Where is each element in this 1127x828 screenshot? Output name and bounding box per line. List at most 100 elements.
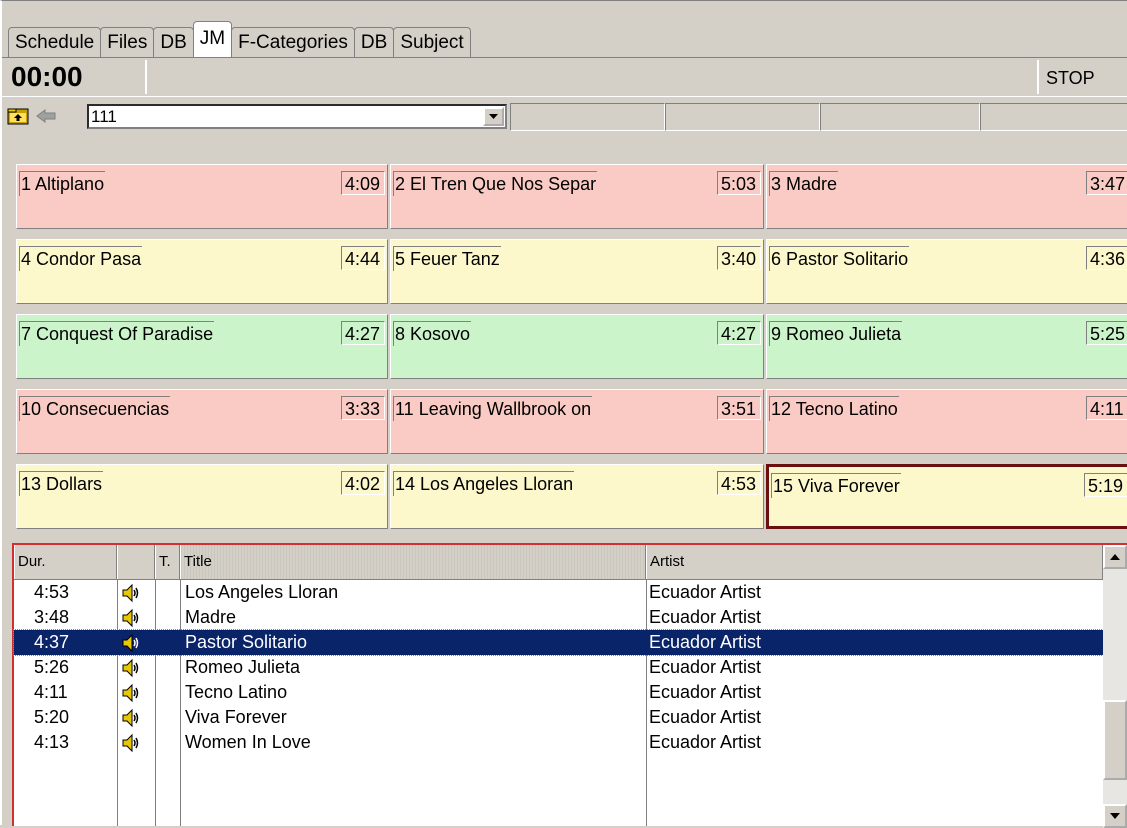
cart-label: 10 Consecuencias: [19, 396, 171, 421]
arrow-down-icon: [1110, 813, 1120, 819]
vertical-scrollbar[interactable]: [1103, 545, 1127, 828]
row-artist: Ecuador Artist: [649, 657, 762, 677]
cart-duration: 4:36: [1086, 246, 1127, 270]
cart-number: 13: [21, 474, 42, 494]
tab-f-categories[interactable]: F-Categories: [231, 27, 355, 57]
cart-title: Consecuencias: [46, 399, 170, 419]
toolbar-cell-1: [510, 103, 665, 131]
cart-duration: 3:33: [341, 396, 385, 420]
cart-number: 1: [21, 174, 32, 194]
row-title: Madre: [185, 607, 237, 627]
app-window: Schedule Files DB JM F-Categories DB Sub…: [0, 0, 1127, 828]
cart-cell[interactable]: 10 Consecuencias 3:33: [16, 389, 388, 454]
row-artist: Ecuador Artist: [649, 632, 762, 652]
row-title: Pastor Solitario: [185, 632, 308, 652]
table-row[interactable]: 3:48 Madre Ecuador Artist: [14, 605, 1103, 630]
cart-cell[interactable]: 11 Leaving Wallbrook on 3:51: [390, 389, 764, 454]
cart-number: 15: [773, 476, 794, 496]
scroll-up-button[interactable]: [1103, 545, 1127, 569]
cart-cell[interactable]: 8 Kosovo 4:27: [390, 314, 764, 379]
cart-duration: 5:03: [717, 171, 761, 195]
toolbar-cell-3: [820, 103, 980, 131]
header-title[interactable]: Title: [180, 545, 646, 579]
cart-cell[interactable]: 13 Dollars 4:02: [16, 464, 388, 529]
speaker-icon: [122, 658, 139, 678]
row-title: Women In Love: [185, 732, 311, 752]
scroll-thumb[interactable]: [1103, 700, 1127, 780]
cart-duration: 4:02: [341, 471, 385, 495]
cart-cell[interactable]: 9 Romeo Julieta 5:25: [766, 314, 1127, 379]
cart-label: 7 Conquest Of Paradise: [19, 321, 215, 346]
cart-cell[interactable]: 3 Madre 3:47: [766, 164, 1127, 229]
cart-duration: 4:09: [341, 171, 385, 195]
cart-label: 5 Feuer Tanz: [393, 246, 501, 271]
tab-db-2[interactable]: DB: [353, 27, 395, 57]
cart-cell[interactable]: 7 Conquest Of Paradise 4:27: [16, 314, 388, 379]
cart-duration: 3:40: [717, 246, 761, 270]
cart-title: Dollars: [46, 474, 103, 494]
table-row[interactable]: 5:26 Romeo Julieta Ecuador Artist: [14, 655, 1103, 680]
row-artist: Ecuador Artist: [649, 582, 762, 602]
track-list: Dur. T. Title Artist 4:53 Los Angeles Llo…: [12, 543, 1127, 828]
cart-number: 14: [395, 474, 416, 494]
cart-title: Romeo Julieta: [786, 324, 902, 344]
header-artist[interactable]: Artist: [646, 545, 1103, 579]
cart-duration: 4:53: [717, 471, 761, 495]
back-arrow-icon[interactable]: [35, 108, 57, 124]
cart-number: 3: [771, 174, 782, 194]
cart-title: Los Angeles Lloran: [420, 474, 574, 494]
cart-number: 2: [395, 174, 406, 194]
cart-cell[interactable]: 1 Altiplano 4:09: [16, 164, 388, 229]
row-duration: 4:53: [34, 582, 70, 602]
folder-up-icon[interactable]: [7, 107, 29, 125]
table-row[interactable]: 5:20 Viva Forever Ecuador Artist: [14, 705, 1103, 730]
tab-schedule[interactable]: Schedule: [8, 27, 102, 57]
tab-subject[interactable]: Subject: [393, 27, 471, 57]
scroll-down-button[interactable]: [1103, 804, 1127, 828]
speaker-icon: [122, 633, 139, 653]
cart-duration: 5:19: [1084, 473, 1127, 497]
table-row[interactable]: 4:13 Women In Love Ecuador Artist: [14, 730, 1103, 755]
table-row[interactable]: 4:53 Los Angeles Lloran Ecuador Artist: [14, 580, 1103, 605]
cart-cell[interactable]: 12 Tecno Latino 4:11: [766, 389, 1127, 454]
cart-duration: 3:47: [1086, 171, 1127, 195]
folder-combo[interactable]: 111: [87, 104, 507, 129]
tab-db[interactable]: DB: [153, 27, 194, 57]
time-bar: 00:00 STOP: [2, 57, 1127, 97]
cart-cell[interactable]: 14 Los Angeles Lloran 4:53: [390, 464, 764, 529]
chevron-down-icon: [489, 114, 498, 119]
header-dur[interactable]: Dur.: [14, 545, 117, 579]
table-row[interactable]: 4:37 Pastor Solitario Ecuador Artist: [13, 629, 1104, 656]
cart-number: 6: [771, 249, 782, 269]
cart-cell[interactable]: 4 Condor Pasa 4:44: [16, 239, 388, 304]
row-duration: 4:11: [34, 682, 68, 702]
header-type[interactable]: T.: [155, 545, 180, 579]
cart-duration: 4:27: [341, 321, 385, 345]
arrow-up-icon: [1110, 554, 1120, 560]
cart-title: Conquest Of Paradise: [36, 324, 214, 344]
cart-label: 8 Kosovo: [393, 321, 472, 346]
cart-duration: 5:25: [1086, 321, 1127, 345]
row-artist: Ecuador Artist: [649, 682, 762, 702]
cart-label: 3 Madre: [769, 171, 839, 196]
cart-title: Feuer Tanz: [410, 249, 500, 269]
row-artist: Ecuador Artist: [649, 707, 762, 727]
cart-cell[interactable]: 15 Viva Forever 5:19: [766, 464, 1127, 529]
stop-button[interactable]: STOP: [1037, 60, 1127, 94]
row-duration: 5:26: [34, 657, 70, 677]
table-row[interactable]: 4:11 Tecno Latino Ecuador Artist: [14, 680, 1103, 705]
time-display: 00:00: [6, 60, 147, 94]
row-title: Viva Forever: [185, 707, 287, 727]
cart-cell[interactable]: 5 Feuer Tanz 3:40: [390, 239, 764, 304]
cart-title: El Tren Que Nos Separ: [410, 174, 597, 194]
row-title: Romeo Julieta: [185, 657, 301, 677]
cart-label: 9 Romeo Julieta: [769, 321, 903, 346]
header-icon[interactable]: [117, 545, 155, 579]
tab-files[interactable]: Files: [100, 27, 155, 57]
tab-jm[interactable]: JM: [192, 21, 233, 57]
combo-dropdown-button[interactable]: [483, 107, 504, 126]
cart-cell[interactable]: 2 El Tren Que Nos Separ 5:03: [390, 164, 764, 229]
cart-cell[interactable]: 6 Pastor Solitario 4:36: [766, 239, 1127, 304]
row-duration: 4:13: [34, 732, 70, 752]
tab-bar: Schedule Files DB JM F-Categories DB Sub…: [8, 20, 471, 57]
